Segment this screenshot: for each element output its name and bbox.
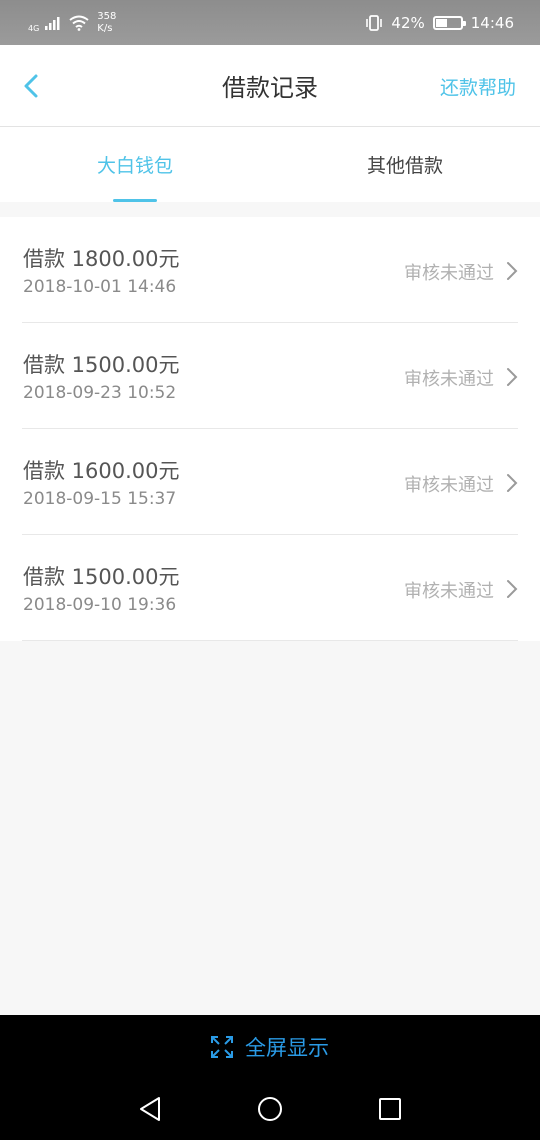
square-recents-icon xyxy=(379,1098,401,1120)
page-title: 借款记录 xyxy=(222,74,318,102)
fullscreen-button[interactable]: 全屏显示 xyxy=(0,1015,540,1078)
chevron-right-icon xyxy=(507,474,518,492)
loan-record-row[interactable]: 借款 1600.00元 2018-09-15 15:37 审核未通过 xyxy=(22,429,518,535)
record-title: 借款 1500.00元 xyxy=(23,565,180,589)
loan-record-row[interactable]: 借款 1500.00元 2018-09-23 10:52 审核未通过 xyxy=(22,323,518,429)
fullscreen-label: 全屏显示 xyxy=(245,1035,329,1060)
nav-back-button[interactable] xyxy=(90,1078,210,1140)
record-status: 审核未通过 xyxy=(404,581,494,602)
wifi-icon xyxy=(69,15,89,31)
record-date: 2018-09-23 10:52 xyxy=(23,383,177,403)
chevron-right-icon xyxy=(507,580,518,598)
status-left: 4G 358 K/s xyxy=(28,11,116,35)
record-date: 2018-09-15 15:37 xyxy=(23,489,177,509)
battery-icon xyxy=(432,15,466,30)
back-button[interactable] xyxy=(20,72,44,100)
battery-percent: 42% xyxy=(391,13,425,32)
screen: 4G 358 K/s 42% 14:46 借款记录 还款帮助 大白钱包 其他借款… xyxy=(0,0,540,1140)
chevron-right-icon xyxy=(507,368,518,386)
tab-bar: 大白钱包 其他借款 xyxy=(0,127,540,202)
status-bar: 4G 358 K/s 42% 14:46 xyxy=(0,0,540,45)
record-date: 2018-09-10 19:36 xyxy=(23,595,177,615)
tab-dabai-wallet[interactable]: 大白钱包 xyxy=(0,127,270,202)
speed-value: 358 xyxy=(97,10,117,22)
triangle-back-icon xyxy=(140,1097,160,1121)
speed-unit: K/s xyxy=(97,22,113,34)
nav-home-button[interactable] xyxy=(210,1078,330,1140)
clock: 14:46 xyxy=(470,13,514,32)
network-type: 4G xyxy=(28,23,40,33)
battery-level xyxy=(435,18,447,27)
record-title: 借款 1500.00元 xyxy=(23,353,180,377)
chevron-right-icon xyxy=(507,262,518,280)
record-title: 借款 1800.00元 xyxy=(23,247,180,271)
repayment-help-link[interactable]: 还款帮助 xyxy=(440,73,516,100)
header: 借款记录 还款帮助 xyxy=(0,45,540,127)
tab-other-loans[interactable]: 其他借款 xyxy=(270,127,540,202)
record-status: 审核未通过 xyxy=(404,369,494,390)
navigation-bar xyxy=(0,1078,540,1140)
loan-record-row[interactable]: 借款 1500.00元 2018-09-10 19:36 审核未通过 xyxy=(22,535,518,641)
record-status: 审核未通过 xyxy=(404,475,494,496)
vibrate-icon xyxy=(366,14,383,31)
circle-home-icon xyxy=(258,1097,282,1121)
signal-icon xyxy=(45,16,60,30)
record-status: 审核未通过 xyxy=(404,263,494,284)
loan-record-row[interactable]: 借款 1800.00元 2018-10-01 14:46 审核未通过 xyxy=(22,217,518,323)
expand-icon xyxy=(211,1035,233,1058)
loan-record-list: 借款 1800.00元 2018-10-01 14:46 审核未通过 借款 15… xyxy=(0,217,540,641)
status-right: 42% 14:46 xyxy=(365,14,514,32)
record-date: 2018-10-01 14:46 xyxy=(23,277,177,297)
network-speed: 358 K/s xyxy=(97,11,116,35)
nav-recents-button[interactable] xyxy=(330,1078,450,1140)
record-title: 借款 1600.00元 xyxy=(23,459,180,483)
